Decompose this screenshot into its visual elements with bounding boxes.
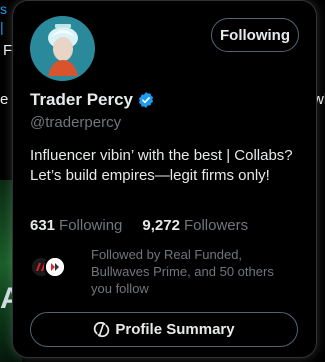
following-label: Following	[59, 217, 123, 234]
profile-summary-label: Profile Summary	[115, 321, 235, 338]
following-button[interactable]: Following	[211, 18, 299, 52]
display-name[interactable]: Trader Percy	[30, 90, 133, 110]
followers-stat[interactable]: 9,272 Followers	[142, 217, 248, 234]
followed-by-section[interactable]: Followed by Real Funded, Bullwaves Prime…	[30, 246, 286, 297]
avatar-image	[30, 16, 95, 81]
following-stat[interactable]: 631 Following	[30, 217, 122, 234]
followed-by-text: Followed by Real Funded, Bullwaves Prime…	[91, 247, 274, 296]
background-text-fragment: s |	[0, 1, 7, 35]
profile-avatar[interactable]	[30, 16, 95, 81]
verified-badge-icon[interactable]	[137, 91, 155, 109]
follower-avatar	[44, 256, 66, 278]
followed-by-avatars	[30, 256, 80, 292]
background-text-fragment: e	[0, 91, 9, 108]
profile-bio: Influencer vibin’ with the best | Collab…	[30, 147, 293, 184]
profile-handle[interactable]: @traderpercy	[30, 114, 121, 131]
name-row: Trader Percy	[30, 90, 155, 110]
profile-hover-card: Following Trader Percy @traderpercy Infl…	[12, 0, 317, 358]
following-count: 631	[30, 217, 56, 234]
summary-icon	[93, 321, 110, 338]
profile-stats: 631 Following 9,272 Followers	[30, 217, 248, 234]
followers-count: 9,272	[142, 217, 180, 234]
followers-label: Followers	[183, 217, 249, 234]
profile-summary-button[interactable]: Profile Summary	[30, 312, 298, 347]
